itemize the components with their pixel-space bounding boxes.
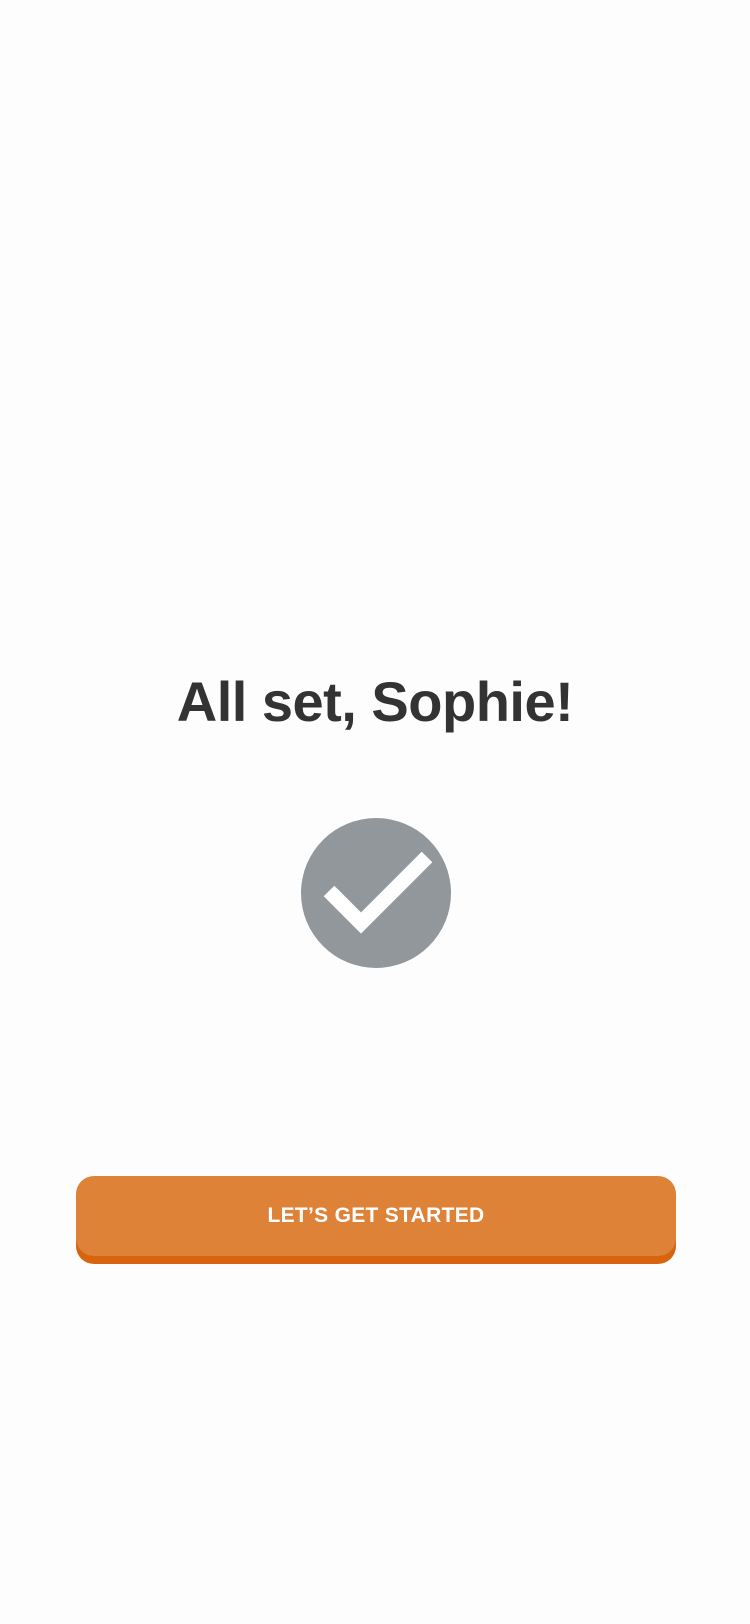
- get-started-button[interactable]: LET’S GET STARTED: [76, 1176, 676, 1256]
- completion-screen: All set, Sophie! LET’S GET STARTED: [0, 0, 750, 1624]
- checkmark-icon: [323, 851, 433, 934]
- check-circle-icon: [301, 818, 451, 968]
- page-title: All set, Sophie!: [176, 670, 574, 733]
